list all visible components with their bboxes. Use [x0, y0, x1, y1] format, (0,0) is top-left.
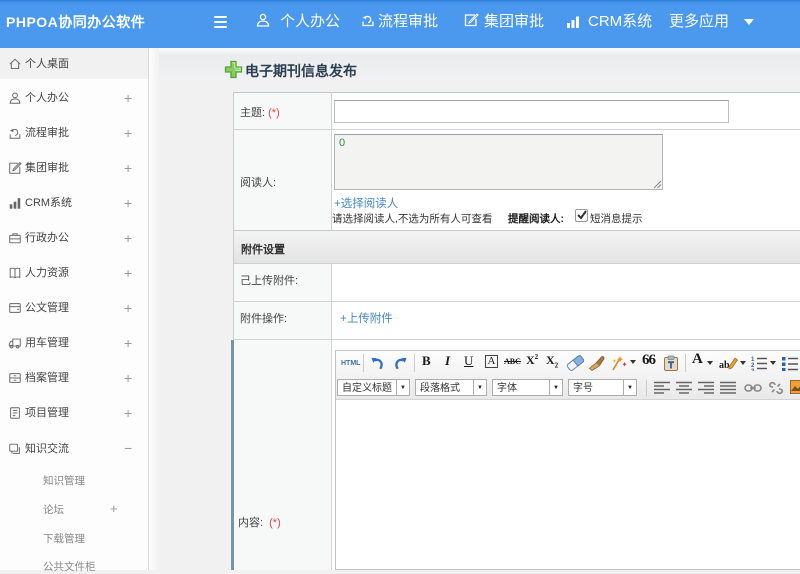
- svg-text:ab: ab: [719, 360, 730, 371]
- svg-text:3: 3: [751, 369, 755, 371]
